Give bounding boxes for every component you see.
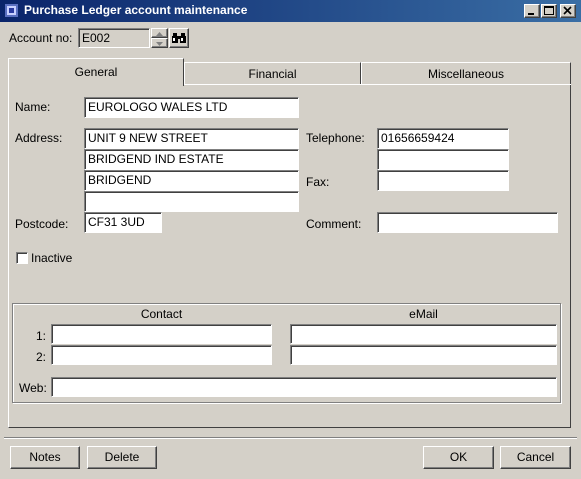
name-label: Name: (15, 100, 51, 114)
tab-financial[interactable]: Financial (184, 62, 361, 84)
comment-field[interactable] (377, 212, 558, 233)
contact-1-field[interactable] (51, 324, 272, 344)
maximize-button[interactable] (541, 4, 557, 18)
spin-down-icon (156, 42, 163, 46)
inactive-label: Inactive (31, 251, 73, 265)
tab-miscellaneous[interactable]: Miscellaneous (361, 62, 571, 84)
ok-button[interactable]: OK (423, 446, 494, 469)
contact-row-1-label: 1: (36, 329, 47, 343)
spin-up-button[interactable] (151, 28, 168, 38)
account-spinner[interactable] (151, 28, 168, 48)
telephone-1-field[interactable]: 01656659424 (377, 128, 509, 149)
binoculars-icon (172, 33, 186, 43)
address-line-1-field[interactable]: UNIT 9 NEW STREET (84, 128, 299, 149)
telephone-2-field[interactable] (377, 149, 509, 170)
telephone-label: Telephone: (306, 131, 365, 145)
close-icon (563, 6, 572, 15)
maximize-icon (544, 6, 554, 15)
account-no-field[interactable]: E002 (78, 28, 150, 48)
account-no-label: Account no: (9, 31, 73, 45)
find-account-button[interactable] (169, 28, 189, 48)
email-2-field[interactable] (290, 345, 557, 365)
close-button[interactable] (560, 4, 576, 18)
address-label: Address: (15, 131, 63, 145)
delete-button[interactable]: Delete (87, 446, 157, 469)
email-header: eMail (409, 307, 438, 321)
footer-separator (4, 437, 577, 439)
email-1-field[interactable] (290, 324, 557, 344)
spin-down-button[interactable] (151, 38, 168, 48)
contact-row-2-label: 2: (36, 350, 47, 364)
minimize-button[interactable] (524, 4, 540, 18)
minimize-icon (528, 13, 534, 15)
fax-label: Fax: (306, 175, 330, 189)
window-title: Purchase Ledger account maintenance (24, 3, 248, 17)
address-line-2-field[interactable]: BRIDGEND IND ESTATE (84, 149, 299, 170)
cancel-button[interactable]: Cancel (500, 446, 571, 469)
notes-button[interactable]: Notes (10, 446, 80, 469)
web-field[interactable] (51, 377, 557, 397)
address-line-4-field[interactable] (84, 191, 299, 212)
web-label: Web: (19, 381, 47, 395)
postcode-field[interactable]: CF31 3UD (84, 212, 162, 233)
fax-field[interactable] (377, 170, 509, 191)
title-bar[interactable]: Purchase Ledger account maintenance (0, 0, 581, 22)
tab-general[interactable]: General (8, 58, 184, 86)
name-field[interactable]: EUROLOGO WALES LTD (84, 97, 299, 118)
postcode-label: Postcode: (15, 217, 69, 231)
address-line-3-field[interactable]: BRIDGEND (84, 170, 299, 191)
contact-header: Contact (140, 307, 183, 321)
app-icon (5, 4, 18, 17)
spin-up-icon (156, 32, 163, 36)
inactive-checkbox[interactable] (16, 252, 28, 264)
comment-label: Comment: (306, 217, 362, 231)
contact-2-field[interactable] (51, 345, 272, 365)
